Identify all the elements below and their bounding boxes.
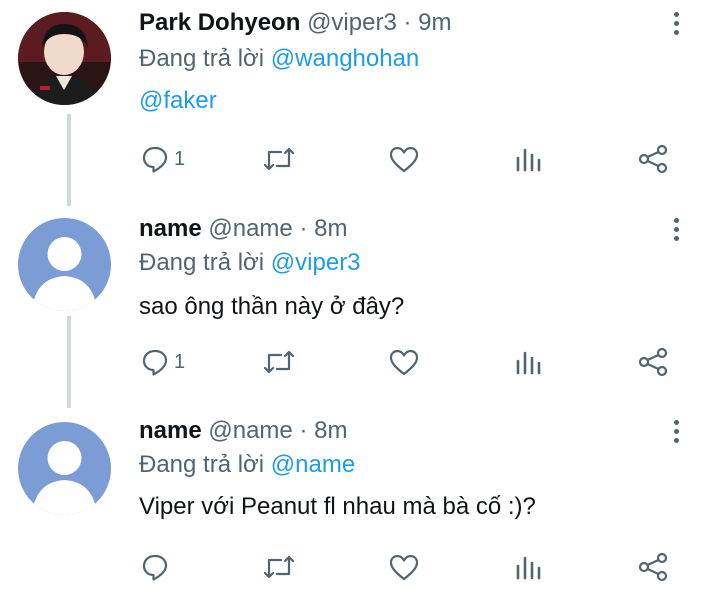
reply-icon — [142, 349, 168, 376]
user-handle[interactable]: @name — [208, 417, 292, 444]
reply-button[interactable]: 1 — [140, 139, 185, 179]
tweet-actions: 1 — [0, 342, 717, 382]
replying-prefix: Đang trả lời — [139, 249, 265, 276]
retweet-icon — [263, 147, 295, 171]
tweet-actions: 1 — [0, 139, 717, 179]
more-options-icon[interactable] — [664, 8, 688, 38]
retweet-button[interactable] — [262, 139, 296, 179]
like-button[interactable] — [388, 139, 420, 179]
tweet-thread: Park Dohyeon @viper3 · 9m Đang trả lời @… — [0, 0, 717, 589]
avatar-park-dohyeon[interactable] — [18, 12, 111, 105]
analytics-button[interactable] — [514, 342, 544, 382]
reply-mention-link[interactable]: @name — [271, 451, 355, 478]
timestamp[interactable]: 9m — [418, 9, 451, 36]
profile-photo-icon — [18, 12, 111, 105]
reply-count: 1 — [174, 147, 186, 170]
reply-icon — [142, 146, 168, 173]
display-name[interactable]: name — [139, 215, 202, 242]
default-user-icon — [18, 218, 111, 311]
share-button[interactable] — [637, 547, 669, 587]
tweet-header: Park Dohyeon @viper3 · 9m — [139, 8, 451, 38]
analytics-icon — [516, 351, 541, 375]
tweet-header: name @name · 8m — [139, 416, 347, 446]
share-icon — [638, 552, 668, 582]
analytics-button[interactable] — [514, 139, 544, 179]
tweet-2[interactable]: name @name · 8m Đang trả lời @viper3 sao… — [0, 206, 717, 408]
retweet-button[interactable] — [262, 547, 296, 587]
retweet-icon — [263, 555, 295, 579]
separator-dot: · — [403, 9, 412, 36]
share-icon — [638, 144, 668, 174]
like-icon — [389, 349, 419, 376]
default-user-icon — [18, 422, 111, 515]
reply-icon — [142, 554, 168, 581]
share-icon — [638, 347, 668, 377]
display-name[interactable]: name — [139, 417, 202, 444]
user-handle[interactable]: @name — [208, 215, 292, 242]
share-button[interactable] — [637, 342, 669, 382]
like-icon — [389, 554, 419, 581]
retweet-icon — [263, 350, 295, 374]
tweet-text: sao ông thần này ở đây? — [139, 293, 405, 320]
user-handle[interactable]: @viper3 — [307, 9, 397, 36]
reply-count: 1 — [174, 350, 186, 373]
timestamp[interactable]: 8m — [314, 215, 347, 242]
more-options-icon[interactable] — [664, 214, 688, 244]
retweet-button[interactable] — [262, 342, 296, 382]
share-button[interactable] — [637, 139, 669, 179]
replying-to-line: Đang trả lời @wanghohan — [139, 44, 419, 74]
like-icon — [389, 146, 419, 173]
tweet-3[interactable]: name @name · 8m Đang trả lời @name Viper… — [0, 408, 717, 589]
reply-button[interactable] — [140, 547, 170, 587]
analytics-icon — [516, 148, 541, 172]
reply-button[interactable]: 1 — [140, 342, 185, 382]
analytics-button[interactable] — [514, 547, 544, 587]
timestamp[interactable]: 8m — [314, 417, 347, 444]
tweet-actions — [0, 547, 717, 587]
tweet-1[interactable]: Park Dohyeon @viper3 · 9m Đang trả lời @… — [0, 0, 717, 206]
separator-dot: · — [299, 215, 308, 242]
analytics-icon — [516, 556, 541, 580]
replying-to-line: Đang trả lời @name — [139, 450, 355, 480]
avatar-default[interactable] — [18, 218, 111, 311]
replying-to-line: Đang trả lời @viper3 — [139, 248, 361, 278]
tweet-text: Viper với Peanut fl nhau mà bà cố :)? — [139, 493, 536, 520]
replying-prefix: Đang trả lời — [139, 45, 265, 72]
display-name[interactable]: Park Dohyeon — [139, 9, 300, 36]
more-options-icon[interactable] — [664, 416, 688, 446]
like-button[interactable] — [388, 342, 420, 382]
tweet-text[interactable]: @faker — [139, 86, 217, 116]
reply-mention-link[interactable]: @viper3 — [271, 249, 361, 276]
replying-prefix: Đang trả lời — [139, 451, 265, 478]
reply-mention-link[interactable]: @wanghohan — [271, 45, 419, 72]
like-button[interactable] — [388, 547, 420, 587]
separator-dot: · — [299, 417, 308, 444]
avatar-default[interactable] — [18, 422, 111, 515]
tweet-header: name @name · 8m — [139, 214, 347, 244]
